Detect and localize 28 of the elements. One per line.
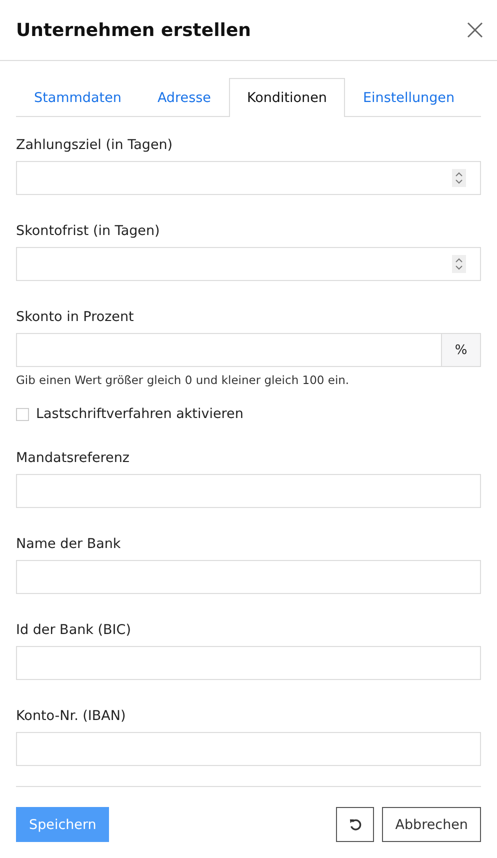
text-input[interactable] [16,560,481,594]
field-label: Name der Bank [16,535,122,554]
undo-icon [348,818,362,831]
tab[interactable]: Konditionen [228,78,345,117]
number-input[interactable] [16,247,481,281]
field-label: Skonto in Prozent [16,308,135,327]
tab[interactable]: Einstellungen [344,78,472,116]
help-text: Gib einen Wert größer gleich 0 und kleiner gleich 100 ein. [16,372,350,388]
tab[interactable]: Stammdaten [16,78,140,116]
checkbox[interactable] [16,408,29,420]
save-button[interactable]: Speichern [16,807,110,842]
field-label: Mandatsreferenz [16,449,130,468]
reset-button[interactable] [336,807,374,842]
field-label: Konto-Nr. (IBAN) [16,707,127,726]
cancel-button[interactable]: Abbrechen [382,807,481,842]
field-label: Id der Bank (BIC) [16,621,132,640]
checkbox-label: Lastschriftverfahren aktivieren [36,406,244,422]
field-label: Skontofrist (in Tagen) [16,222,161,241]
dialog-title: Unternehmen erstellen [16,20,251,40]
field-label: Zahlungsziel (in Tagen) [16,136,174,155]
percent-input[interactable] [16,333,441,367]
text-input[interactable] [16,732,481,766]
text-input[interactable] [16,646,481,680]
close-icon[interactable] [467,22,483,38]
tab[interactable]: Adresse [139,78,229,116]
unit-addon: % [441,333,481,367]
number-input[interactable] [16,161,481,195]
text-input[interactable] [16,474,481,508]
